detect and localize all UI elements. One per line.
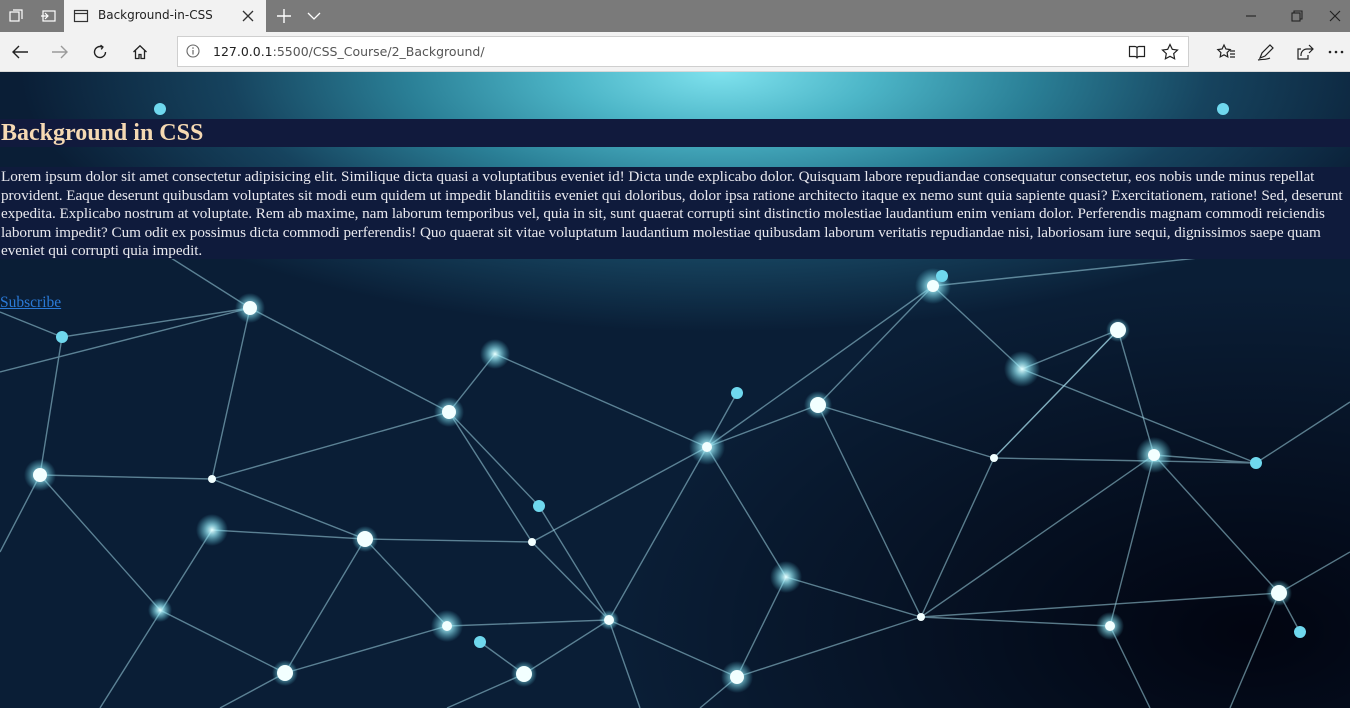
active-tab[interactable]: Background-in-CSS — [64, 0, 266, 32]
subscribe-link[interactable]: Subscribe — [0, 294, 61, 312]
navigation-bar: 127.0.0.1:5500/CSS_Course/2_Background/ — [0, 32, 1350, 72]
lorem-paragraph: Lorem ipsum dolor sit amet consectetur a… — [1, 168, 1343, 260]
info-icon[interactable] — [186, 44, 200, 63]
share-icon[interactable] — [1285, 36, 1325, 68]
page-heading-bar: Background in CSS — [0, 119, 1350, 147]
close-window-icon[interactable] — [1320, 0, 1350, 32]
back-icon[interactable] — [0, 36, 40, 68]
restore-icon[interactable] — [1274, 0, 1320, 32]
page-title: Background in CSS — [1, 120, 204, 146]
pen-icon[interactable] — [1246, 36, 1286, 68]
paragraph-block: Lorem ipsum dolor sit amet consectetur a… — [0, 167, 1350, 259]
forward-icon[interactable] — [40, 36, 80, 68]
close-icon[interactable] — [240, 8, 256, 24]
refresh-icon[interactable] — [80, 36, 120, 68]
home-icon[interactable] — [120, 36, 160, 68]
new-tab-icon[interactable] — [268, 0, 300, 32]
url-path: :5500/CSS_Course/2_Background/ — [272, 44, 485, 59]
favorite-star-icon[interactable] — [1156, 40, 1184, 64]
url-host: 127.0.0.1 — [213, 44, 273, 59]
tab-aside-icon[interactable] — [32, 0, 64, 32]
page-icon — [73, 8, 89, 29]
url-text[interactable]: 127.0.0.1:5500/CSS_Course/2_Background/ — [213, 44, 485, 59]
tab-strip: Background-in-CSS — [0, 0, 1350, 32]
tab-preview-icon[interactable] — [0, 0, 32, 32]
chevron-down-icon[interactable] — [298, 0, 330, 32]
address-bar[interactable]: 127.0.0.1:5500/CSS_Course/2_Background/ — [177, 36, 1189, 67]
tab-title: Background-in-CSS — [98, 8, 213, 22]
favorites-icon[interactable] — [1206, 36, 1246, 68]
more-icon[interactable] — [1322, 36, 1350, 68]
reading-view-icon[interactable] — [1123, 40, 1151, 64]
page-viewport: Background in CSS Lorem ipsum dolor sit … — [0, 72, 1350, 708]
minimize-icon[interactable] — [1228, 0, 1274, 32]
